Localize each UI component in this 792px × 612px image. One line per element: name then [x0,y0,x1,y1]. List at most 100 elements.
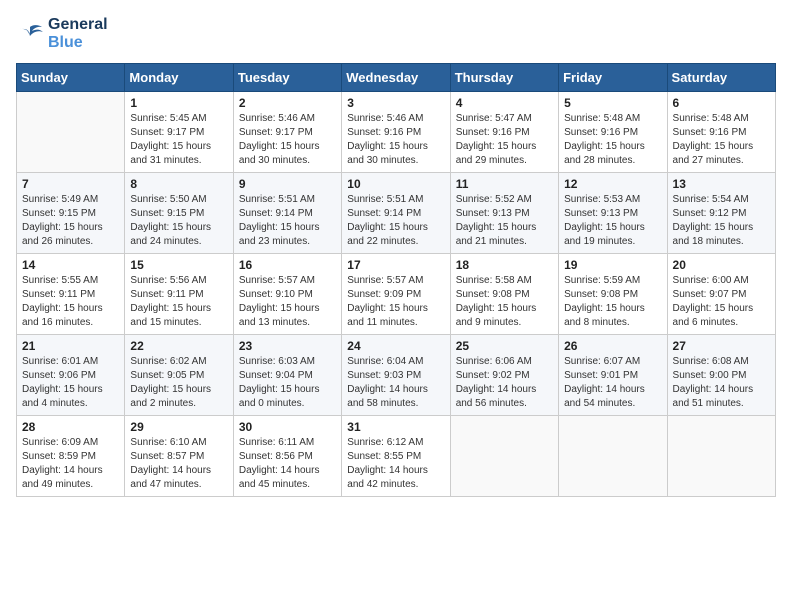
logo-text: General Blue [48,16,108,51]
day-header-tuesday: Tuesday [233,64,341,92]
calendar-week-row: 7Sunrise: 5:49 AM Sunset: 9:15 PM Daylig… [17,173,776,254]
day-number: 28 [22,420,119,434]
day-number: 22 [130,339,227,353]
day-info: Sunrise: 5:52 AM Sunset: 9:13 PM Dayligh… [456,193,553,249]
day-number: 4 [456,96,553,110]
calendar-cell: 12 Sunrise: 5:53 AM Sunset: 9:13 PM Dayli… [559,173,667,254]
logo-bird-icon [16,23,44,45]
day-info: Sunrise: 6:01 AM Sunset: 9:06 PM Dayligh… [22,355,119,411]
day-header-friday: Friday [559,64,667,92]
day-number: 17 [347,258,444,272]
day-info: Sunrise: 5:57 AM Sunset: 9:09 PM Dayligh… [347,274,444,330]
day-info: Sunrise: 5:46 AM Sunset: 9:17 PM Dayligh… [239,112,336,168]
day-info: Sunrise: 6:06 AM Sunset: 9:02 PM Dayligh… [456,355,553,411]
calendar-week-row: 28 Sunrise: 6:09 AM Sunset: 8:59 PM Dayli… [17,416,776,497]
calendar-cell: 28 Sunrise: 6:09 AM Sunset: 8:59 PM Dayli… [17,416,125,497]
day-info: Sunrise: 5:46 AM Sunset: 9:16 PM Dayligh… [347,112,444,168]
day-number: 8 [130,177,227,191]
calendar-cell: 4Sunrise: 5:47 AM Sunset: 9:16 PM Daylig… [450,92,558,173]
day-number: 29 [130,420,227,434]
day-info: Sunrise: 5:49 AM Sunset: 9:15 PM Dayligh… [22,193,119,249]
day-number: 19 [564,258,661,272]
calendar-cell: 25Sunrise: 6:06 AM Sunset: 9:02 PM Dayli… [450,335,558,416]
day-info: Sunrise: 5:56 AM Sunset: 9:11 PM Dayligh… [130,274,227,330]
calendar-week-row: 21 Sunrise: 6:01 AM Sunset: 9:06 PM Dayli… [17,335,776,416]
day-number: 16 [239,258,336,272]
calendar-cell: 14 Sunrise: 5:55 AM Sunset: 9:11 PM Dayli… [17,254,125,335]
day-number: 1 [130,96,227,110]
day-number: 5 [564,96,661,110]
day-info: Sunrise: 6:02 AM Sunset: 9:05 PM Dayligh… [130,355,227,411]
day-number: 26 [564,339,661,353]
day-header-monday: Monday [125,64,233,92]
day-info: Sunrise: 6:03 AM Sunset: 9:04 PM Dayligh… [239,355,336,411]
calendar-header-row: SundayMondayTuesdayWednesdayThursdayFrid… [17,64,776,92]
day-number: 2 [239,96,336,110]
calendar-cell: 20 Sunrise: 6:00 AM Sunset: 9:07 PM Dayli… [667,254,775,335]
day-info: Sunrise: 5:51 AM Sunset: 9:14 PM Dayligh… [347,193,444,249]
calendar-cell: 22 Sunrise: 6:02 AM Sunset: 9:05 PM Dayli… [125,335,233,416]
calendar-cell: 5 Sunrise: 5:48 AM Sunset: 9:16 PM Daylig… [559,92,667,173]
day-info: Sunrise: 6:00 AM Sunset: 9:07 PM Dayligh… [673,274,770,330]
day-info: Sunrise: 5:45 AM Sunset: 9:17 PM Dayligh… [130,112,227,168]
day-number: 10 [347,177,444,191]
calendar-cell: 21 Sunrise: 6:01 AM Sunset: 9:06 PM Dayli… [17,335,125,416]
day-number: 24 [347,339,444,353]
day-number: 14 [22,258,119,272]
calendar-cell: 3 Sunrise: 5:46 AM Sunset: 9:16 PM Daylig… [342,92,450,173]
day-info: Sunrise: 6:04 AM Sunset: 9:03 PM Dayligh… [347,355,444,411]
day-info: Sunrise: 5:58 AM Sunset: 9:08 PM Dayligh… [456,274,553,330]
day-number: 21 [22,339,119,353]
day-info: Sunrise: 5:57 AM Sunset: 9:10 PM Dayligh… [239,274,336,330]
calendar-cell: 11 Sunrise: 5:52 AM Sunset: 9:13 PM Dayli… [450,173,558,254]
calendar-cell: 1 Sunrise: 5:45 AM Sunset: 9:17 PM Daylig… [125,92,233,173]
day-number: 31 [347,420,444,434]
calendar-week-row: 1 Sunrise: 5:45 AM Sunset: 9:17 PM Daylig… [17,92,776,173]
calendar-cell: 30Sunrise: 6:11 AM Sunset: 8:56 PM Dayli… [233,416,341,497]
day-header-sunday: Sunday [17,64,125,92]
calendar-cell: 23Sunrise: 6:03 AM Sunset: 9:04 PM Dayli… [233,335,341,416]
day-header-saturday: Saturday [667,64,775,92]
day-number: 11 [456,177,553,191]
page-header: General Blue [16,16,776,51]
day-info: Sunrise: 5:59 AM Sunset: 9:08 PM Dayligh… [564,274,661,330]
day-info: Sunrise: 5:48 AM Sunset: 9:16 PM Dayligh… [673,112,770,168]
calendar-cell [667,416,775,497]
calendar-cell: 31 Sunrise: 6:12 AM Sunset: 8:55 PM Dayli… [342,416,450,497]
day-info: Sunrise: 5:50 AM Sunset: 9:15 PM Dayligh… [130,193,227,249]
calendar-cell: 29 Sunrise: 6:10 AM Sunset: 8:57 PM Dayli… [125,416,233,497]
day-number: 27 [673,339,770,353]
day-number: 9 [239,177,336,191]
day-info: Sunrise: 5:53 AM Sunset: 9:13 PM Dayligh… [564,193,661,249]
day-number: 13 [673,177,770,191]
day-info: Sunrise: 6:12 AM Sunset: 8:55 PM Dayligh… [347,436,444,492]
day-info: Sunrise: 6:09 AM Sunset: 8:59 PM Dayligh… [22,436,119,492]
day-number: 15 [130,258,227,272]
calendar-cell [17,92,125,173]
calendar-cell: 7Sunrise: 5:49 AM Sunset: 9:15 PM Daylig… [17,173,125,254]
day-number: 20 [673,258,770,272]
day-info: Sunrise: 5:54 AM Sunset: 9:12 PM Dayligh… [673,193,770,249]
calendar-cell: 26 Sunrise: 6:07 AM Sunset: 9:01 PM Dayli… [559,335,667,416]
calendar-cell [559,416,667,497]
day-info: Sunrise: 6:07 AM Sunset: 9:01 PM Dayligh… [564,355,661,411]
calendar-week-row: 14 Sunrise: 5:55 AM Sunset: 9:11 PM Dayli… [17,254,776,335]
day-info: Sunrise: 5:48 AM Sunset: 9:16 PM Dayligh… [564,112,661,168]
calendar-cell [450,416,558,497]
day-info: Sunrise: 6:10 AM Sunset: 8:57 PM Dayligh… [130,436,227,492]
day-header-wednesday: Wednesday [342,64,450,92]
day-number: 12 [564,177,661,191]
day-number: 3 [347,96,444,110]
day-header-thursday: Thursday [450,64,558,92]
day-info: Sunrise: 6:08 AM Sunset: 9:00 PM Dayligh… [673,355,770,411]
calendar-cell: 18 Sunrise: 5:58 AM Sunset: 9:08 PM Dayli… [450,254,558,335]
day-info: Sunrise: 5:51 AM Sunset: 9:14 PM Dayligh… [239,193,336,249]
calendar-cell: 9 Sunrise: 5:51 AM Sunset: 9:14 PM Daylig… [233,173,341,254]
calendar-cell: 6Sunrise: 5:48 AM Sunset: 9:16 PM Daylig… [667,92,775,173]
day-number: 18 [456,258,553,272]
calendar-cell: 24 Sunrise: 6:04 AM Sunset: 9:03 PM Dayli… [342,335,450,416]
calendar-cell: 17 Sunrise: 5:57 AM Sunset: 9:09 PM Dayli… [342,254,450,335]
day-info: Sunrise: 5:55 AM Sunset: 9:11 PM Dayligh… [22,274,119,330]
calendar-cell: 27 Sunrise: 6:08 AM Sunset: 9:00 PM Dayli… [667,335,775,416]
calendar-cell: 8 Sunrise: 5:50 AM Sunset: 9:15 PM Daylig… [125,173,233,254]
